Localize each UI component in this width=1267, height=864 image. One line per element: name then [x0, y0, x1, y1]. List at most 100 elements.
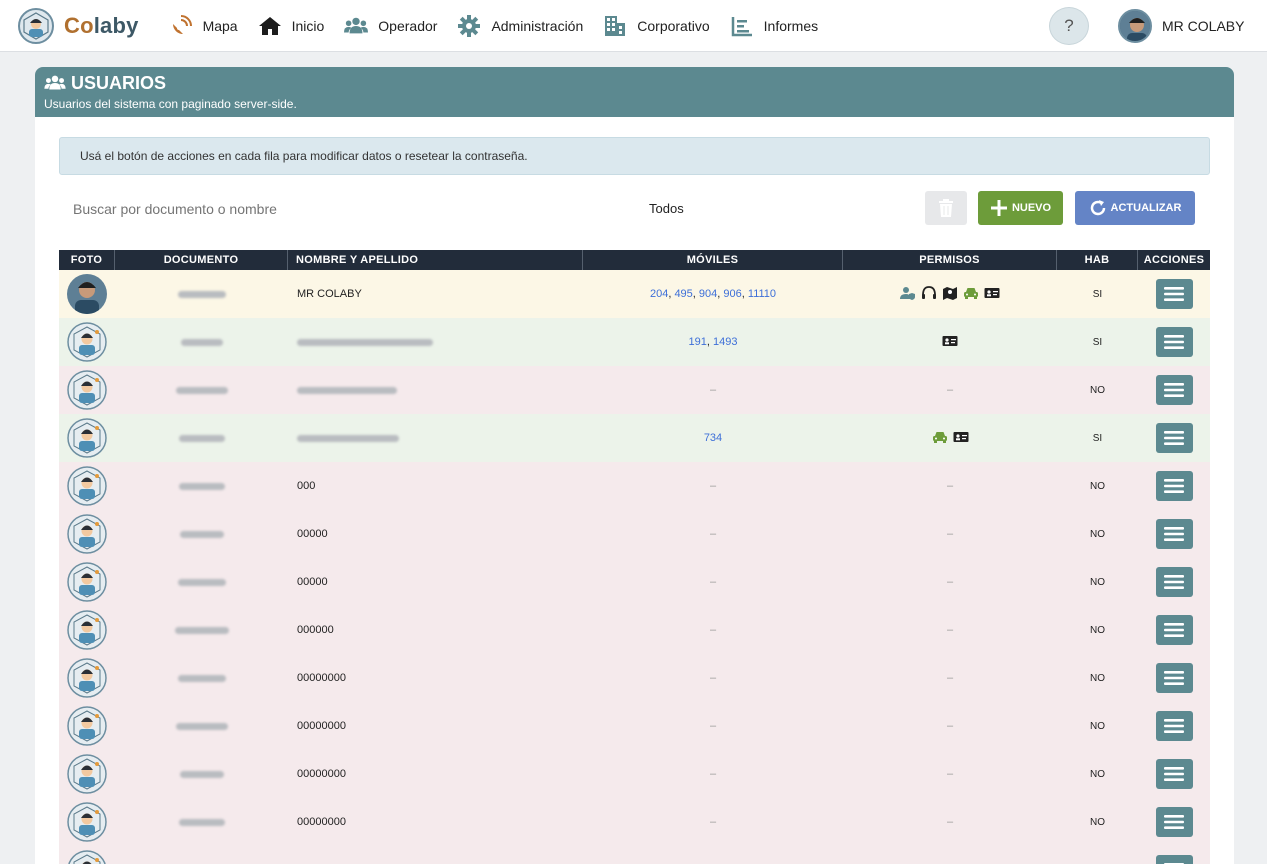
nav-item-inicio[interactable]: Inicio — [248, 6, 335, 46]
row-actions-button[interactable] — [1155, 807, 1193, 837]
brand-logo — [18, 7, 54, 44]
delete-button[interactable] — [925, 191, 967, 225]
row-actions-button[interactable] — [1155, 759, 1193, 789]
name-cell: 00000 — [288, 558, 583, 606]
table-row — [59, 846, 1210, 864]
movil-link[interactable]: 495 — [674, 288, 692, 300]
document-cell-redacted — [115, 750, 288, 798]
redacted-document — [175, 386, 228, 394]
table-header: FOTO DOCUMENTO NOMBRE Y APELLIDO MÓVILES… — [59, 250, 1210, 270]
document-cell-redacted — [115, 366, 288, 414]
row-actions-button[interactable] — [1155, 855, 1193, 864]
row-actions-button[interactable] — [1155, 327, 1193, 357]
nav-item-operador[interactable]: Operador — [334, 6, 447, 46]
enabled-status: SI — [1092, 432, 1103, 444]
help-button[interactable]: ? — [1049, 7, 1089, 45]
permisos-cell — [843, 414, 1057, 462]
column-header-foto[interactable]: FOTO — [59, 250, 115, 270]
document-cell-redacted — [115, 414, 288, 462]
trash-icon — [939, 199, 953, 217]
redacted-document — [178, 482, 225, 490]
search-input[interactable] — [73, 199, 473, 219]
user-photo — [59, 558, 115, 606]
bars-icon — [1164, 479, 1184, 493]
row-actions-button[interactable] — [1155, 711, 1193, 741]
name-cell — [288, 414, 583, 462]
empty-dash: – — [946, 768, 954, 780]
row-actions-button[interactable] — [1155, 519, 1193, 549]
name-cell — [288, 846, 583, 864]
document-cell-redacted — [115, 798, 288, 846]
user-photo — [59, 750, 115, 798]
table-row: – – NO — [59, 366, 1210, 414]
table-row: 00000000 – – NO — [59, 654, 1210, 702]
row-actions-button[interactable] — [1155, 567, 1193, 597]
column-header-moviles[interactable]: MÓVILES — [583, 250, 843, 270]
redacted-name — [297, 386, 397, 394]
column-header-documento[interactable]: DOCUMENTO — [115, 250, 288, 270]
moviles-cell: 204, 495, 904, 906, 11110 — [583, 270, 843, 318]
nav-item-informes[interactable]: Informes — [720, 6, 828, 46]
brand-name: Colaby — [64, 12, 139, 38]
nav-item-mapa[interactable]: Mapa — [159, 6, 248, 46]
document-cell-redacted — [115, 270, 288, 318]
user-shield-icon — [900, 286, 916, 303]
column-header-hab[interactable]: HAB — [1057, 250, 1138, 270]
status-filter-select[interactable]: Todos — [649, 201, 684, 216]
user-photo — [59, 366, 115, 414]
nav-item-corporativo[interactable]: Corporativo — [593, 6, 719, 46]
table-row: 000 – – NO — [59, 462, 1210, 510]
movil-link[interactable]: 191 — [689, 336, 707, 348]
redacted-document — [174, 626, 229, 634]
actions-cell — [1138, 750, 1210, 798]
bars-icon — [1164, 431, 1184, 445]
user-photo — [59, 462, 115, 510]
permisos-cell: – — [843, 366, 1057, 414]
enabled-status: NO — [1090, 576, 1105, 588]
row-actions-button[interactable] — [1155, 663, 1193, 693]
user-menu[interactable]: MR COLABY — [1118, 9, 1244, 43]
refresh-button[interactable]: ACTUALIZAR — [1075, 191, 1195, 225]
document-cell-redacted — [115, 462, 288, 510]
empty-dash: – — [709, 720, 717, 732]
movil-link[interactable]: 1493 — [713, 336, 737, 348]
row-actions-button[interactable] — [1155, 471, 1193, 501]
movil-link[interactable]: 204 — [650, 288, 668, 300]
user-name-text: 000000 — [297, 624, 334, 636]
redacted-document — [177, 290, 226, 298]
row-actions-button[interactable] — [1155, 279, 1193, 309]
movil-link[interactable]: 904 — [699, 288, 717, 300]
movil-link[interactable]: 11110 — [748, 288, 776, 300]
column-header-nombre[interactable]: NOMBRE Y APELLIDO — [288, 250, 583, 270]
bars-icon — [1164, 815, 1184, 829]
moviles-cell: – — [583, 462, 843, 510]
moviles-cell: – — [583, 606, 843, 654]
empty-dash: – — [709, 480, 717, 492]
moviles-cell: – — [583, 510, 843, 558]
table-row: 00000000 – – NO — [59, 798, 1210, 846]
movil-link[interactable]: 734 — [704, 432, 722, 444]
row-actions-button[interactable] — [1155, 423, 1193, 453]
column-header-acciones[interactable]: ACCIONES — [1138, 250, 1210, 270]
user-photo — [59, 798, 115, 846]
actions-cell — [1138, 798, 1210, 846]
bars-icon — [1164, 671, 1184, 685]
row-actions-button[interactable] — [1155, 615, 1193, 645]
brand[interactable]: Colaby — [18, 7, 139, 44]
nav-item-administracion[interactable]: Administración — [447, 6, 593, 46]
redacted-document — [179, 770, 224, 778]
table-row: 000000 – – NO — [59, 606, 1210, 654]
row-actions-button[interactable] — [1155, 375, 1193, 405]
enabled-status: NO — [1090, 624, 1105, 636]
new-user-button[interactable]: NUEVO — [978, 191, 1063, 225]
avatar — [67, 754, 107, 794]
avatar — [67, 274, 107, 314]
empty-dash: – — [946, 720, 954, 732]
column-header-permisos[interactable]: PERMISOS — [843, 250, 1057, 270]
user-name-text: 00000 — [297, 576, 328, 588]
document-cell-redacted — [115, 318, 288, 366]
redacted-document — [175, 722, 228, 730]
movil-link[interactable]: 906 — [723, 288, 741, 300]
empty-dash: – — [946, 384, 954, 396]
document-cell-redacted — [115, 606, 288, 654]
